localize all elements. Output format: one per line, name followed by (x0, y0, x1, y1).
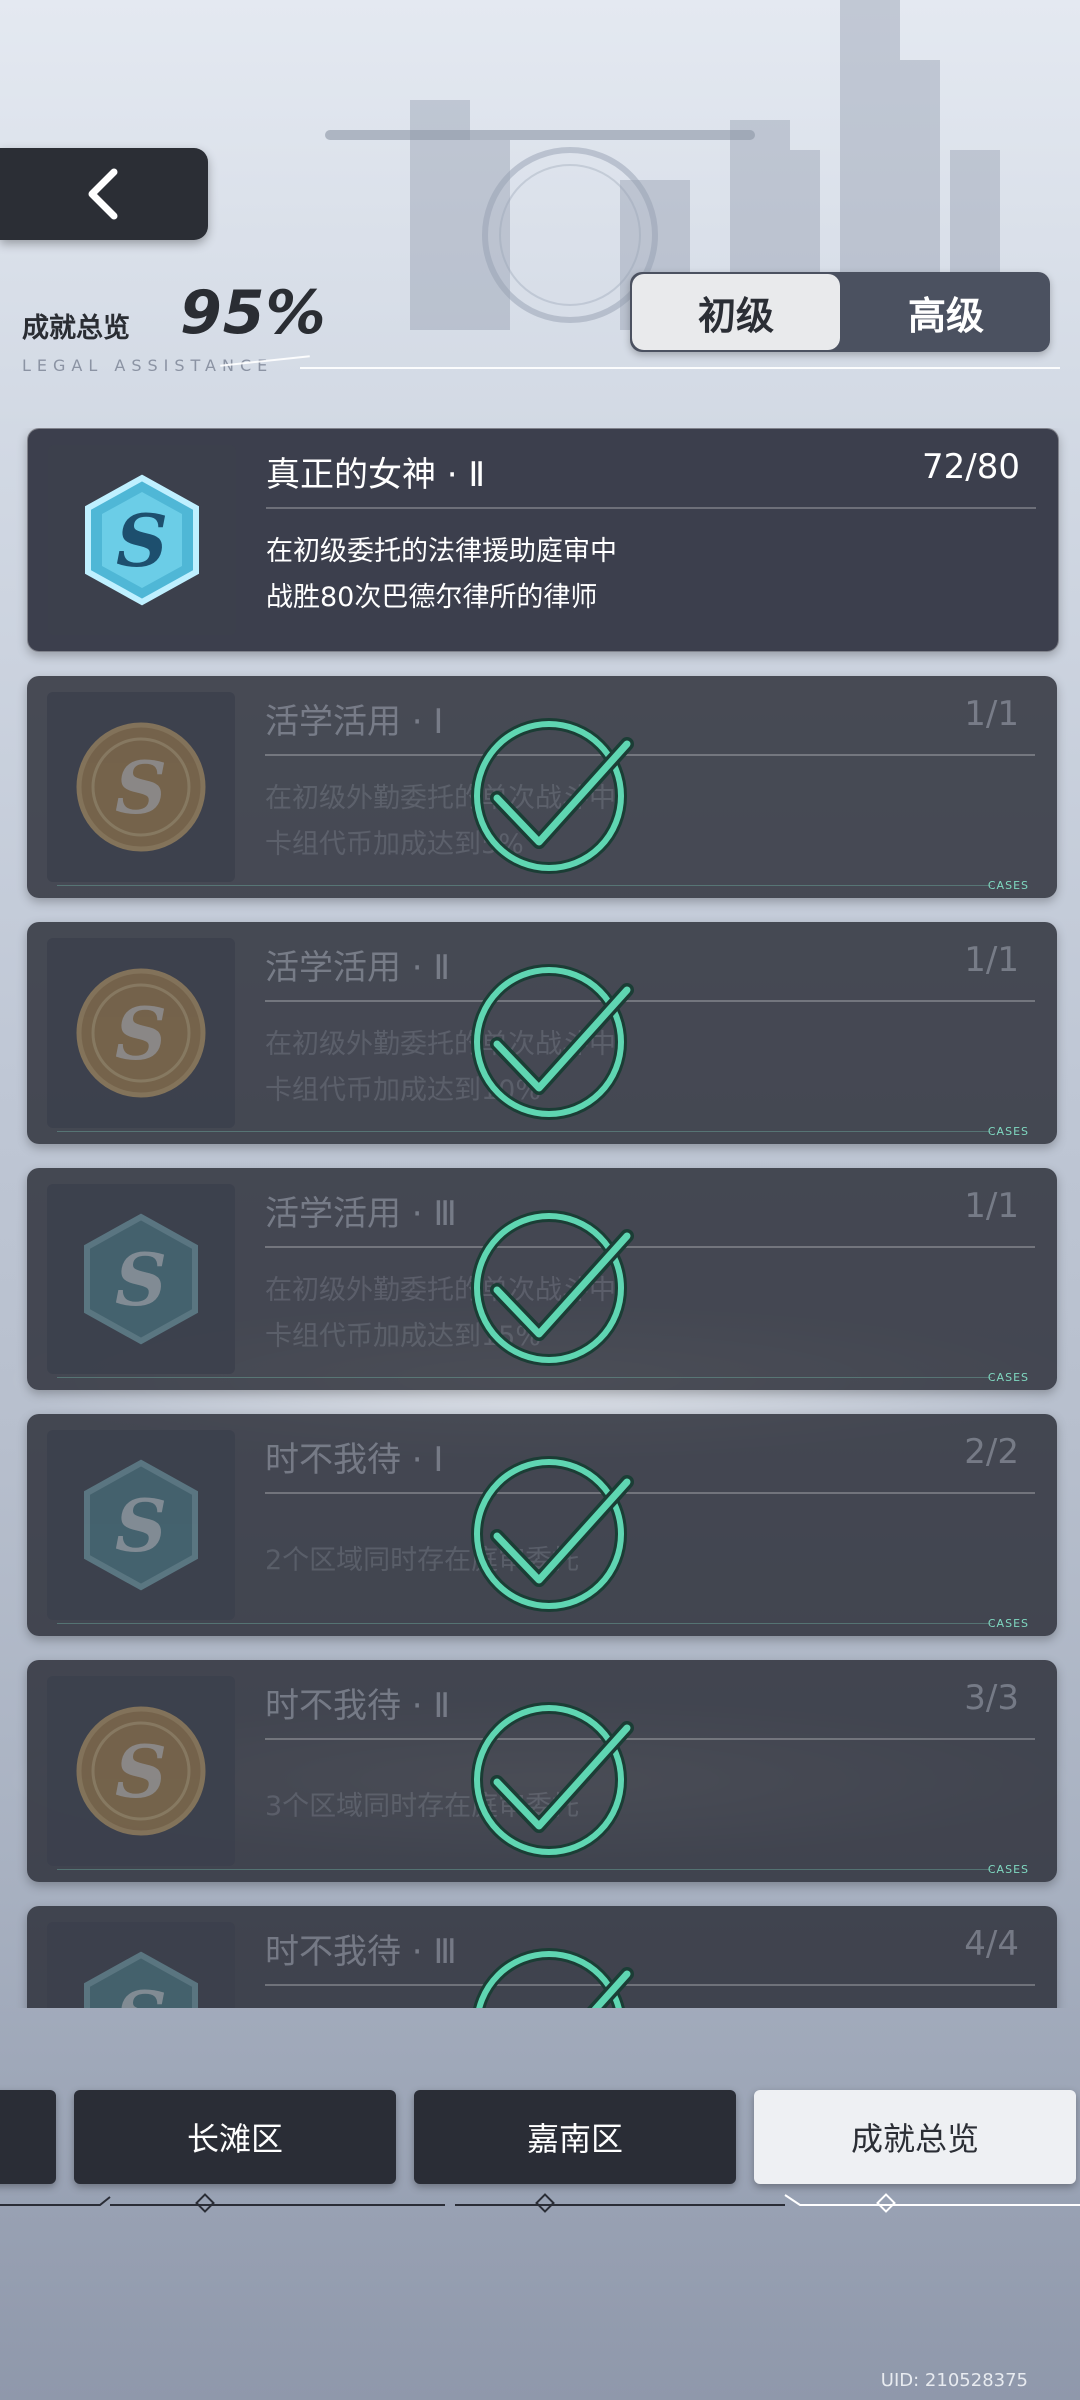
drag-handle[interactable] (325, 130, 755, 140)
svg-text:S: S (115, 1729, 167, 1814)
cases-tag: CASES (987, 879, 1029, 892)
divider (57, 1377, 992, 1378)
s-hexagon-badge-teal-icon: S (84, 1951, 198, 2008)
achievement-card[interactable]: S 活学活用 · Ⅲ 1/1 在初级外勤委托的单次战斗中， 卡组代币加成达到15… (27, 1168, 1057, 1390)
badge-frame: S (47, 1430, 235, 1620)
tab-district-prev[interactable] (0, 2090, 56, 2184)
divider (57, 1623, 992, 1624)
s-coin-badge-bronze-icon: S (76, 722, 206, 852)
overview-subtitle: LEGAL ASSISTANCE (22, 356, 274, 375)
divider (265, 1492, 1035, 1494)
badge-frame: S (47, 1184, 235, 1374)
user-id: UID: 210528375 (880, 2370, 1028, 2391)
completed-check-icon (471, 718, 634, 874)
description-line: 在初级外勤委托的单次战斗中， (265, 1029, 643, 1060)
svg-text:S: S (116, 498, 168, 583)
description-line: 卡组代币加成达到15% (265, 1321, 542, 1352)
achievement-progress: 1/1 (964, 940, 1019, 980)
badge-frame: S (47, 1676, 235, 1866)
divider (57, 1131, 992, 1132)
overview-percent: 95% (180, 278, 327, 348)
achievement-title: 真正的女神 · Ⅱ (266, 455, 486, 495)
achievement-title: 时不我待 · Ⅲ (265, 1932, 457, 1972)
achievement-card[interactable]: S 活学活用 · Ⅱ 1/1 在初级外勤委托的单次战斗中， 卡组代币加成达到10… (27, 922, 1057, 1144)
description-line: 在初级委托的法律援助庭审中 (266, 536, 617, 567)
achievement-description: 3个区域同时存在庭审委托 (265, 1784, 1025, 1830)
description-line: 3个区域同时存在庭审委托 (265, 1791, 580, 1822)
s-hexagon-badge-teal-icon: S (84, 1459, 198, 1591)
svg-text:S: S (115, 1483, 167, 1568)
achievement-title: 活学活用 · Ⅱ (265, 948, 451, 988)
achievement-title: 活学活用 · Ⅲ (265, 1194, 457, 1234)
tab-jianan[interactable]: 嘉南区 (414, 2090, 736, 2184)
badge-frame: S (47, 1922, 235, 2008)
divider (300, 367, 1060, 369)
chevron-left-icon (88, 168, 118, 220)
description-line: 在初级外勤委托的单次战斗中， (265, 783, 643, 814)
achievement-description: 2个区域同时存在庭审委托 (265, 1538, 1025, 1584)
badge-frame: S (48, 445, 236, 635)
description-line: 在初级外勤委托的单次战斗中， (265, 1275, 643, 1306)
achievement-description: 在初级外勤委托的单次战斗中， 卡组代币加成达到5% (265, 776, 1025, 868)
s-hexagon-badge-teal-icon: S (84, 1213, 198, 1345)
completed-check-icon (471, 1210, 634, 1366)
tab-changtan[interactable]: 长滩区 (74, 2090, 396, 2184)
achievement-card[interactable]: S 活学活用 · Ⅰ 1/1 在初级外勤委托的单次战斗中， 卡组代币加成达到5%… (27, 676, 1057, 898)
cases-tag: CASES (987, 1863, 1029, 1876)
cases-tag: CASES (987, 1617, 1029, 1630)
svg-text:S: S (115, 1975, 167, 2008)
cases-tag: CASES (987, 1125, 1029, 1138)
achievement-progress: 72/80 (922, 447, 1020, 487)
achievement-title: 时不我待 · Ⅰ (265, 1440, 444, 1480)
svg-text:S: S (115, 991, 167, 1076)
divider (57, 1869, 992, 1870)
s-hexagon-badge-blue-icon: S (85, 474, 199, 606)
tab-basic[interactable]: 初级 (632, 274, 840, 350)
tab-indicator-track (0, 2193, 1080, 2213)
achievement-title: 时不我待 · Ⅱ (265, 1686, 451, 1726)
description-line: 战胜80次巴德尔律所的律师 (266, 582, 598, 613)
completed-check-icon (471, 1702, 634, 1858)
achievement-progress: 4/4 (964, 1924, 1019, 1964)
tier-toggle: 初级 高级 (630, 272, 1050, 352)
divider (265, 754, 1035, 756)
achievement-description: 在初级委托的法律援助庭审中 战胜80次巴德尔律所的律师 (266, 529, 1026, 621)
tab-advanced[interactable]: 高级 (842, 272, 1050, 352)
achievement-card[interactable]: S 时不我待 · Ⅰ 2/2 2个区域同时存在庭审委托 CASES (27, 1414, 1057, 1636)
s-coin-badge-bronze-icon: S (76, 1706, 206, 1836)
completed-check-icon (473, 1948, 634, 2008)
svg-text:S: S (115, 745, 167, 830)
achievement-card[interactable]: S 时不我待 · Ⅱ 3/3 3个区域同时存在庭审委托 CASES (27, 1660, 1057, 1882)
divider (57, 885, 992, 886)
achievement-progress: 2/2 (964, 1432, 1019, 1472)
completed-check-icon (471, 1456, 634, 1612)
completed-check-icon (471, 964, 634, 1120)
divider (265, 1738, 1035, 1740)
achievement-list[interactable]: S 真正的女神 · Ⅱ 72/80 在初级委托的法律援助庭审中 战胜80次巴德尔… (0, 428, 1080, 2008)
achievement-progress: 1/1 (964, 1186, 1019, 1226)
tab-achievement-overview[interactable]: 成就总览 (754, 2090, 1076, 2184)
divider (266, 507, 1036, 509)
achievement-progress: 1/1 (964, 694, 1019, 734)
divider (265, 1246, 1035, 1248)
svg-text:S: S (115, 1237, 167, 1322)
cases-tag: CASES (987, 1371, 1029, 1384)
achievement-card[interactable]: S 真正的女神 · Ⅱ 72/80 在初级委托的法律援助庭审中 战胜80次巴德尔… (27, 428, 1059, 652)
achievement-description: 在初级外勤委托的单次战斗中， 卡组代币加成达到15% (265, 1268, 1025, 1360)
overview-label: 成就总览 (22, 313, 130, 344)
achievement-description: 在初级外勤委托的单次战斗中， 卡组代币加成达到10% (265, 1022, 1025, 1114)
description-line: 2个区域同时存在庭审委托 (265, 1545, 580, 1576)
description-line: 卡组代币加成达到5% (265, 829, 524, 860)
description-line: 卡组代币加成达到10% (265, 1075, 542, 1106)
divider (265, 1984, 1035, 1986)
back-button[interactable] (0, 148, 208, 240)
district-tab-bar: 长滩区 嘉南区 成就总览 (0, 2090, 1080, 2190)
s-coin-badge-bronze-icon: S (76, 968, 206, 1098)
achievement-title: 活学活用 · Ⅰ (265, 702, 444, 742)
badge-frame: S (47, 938, 235, 1128)
badge-frame: S (47, 692, 235, 882)
achievement-card[interactable]: S 时不我待 · Ⅲ 4/4 (27, 1906, 1057, 2008)
divider (265, 1000, 1035, 1002)
achievement-progress: 3/3 (964, 1678, 1019, 1718)
